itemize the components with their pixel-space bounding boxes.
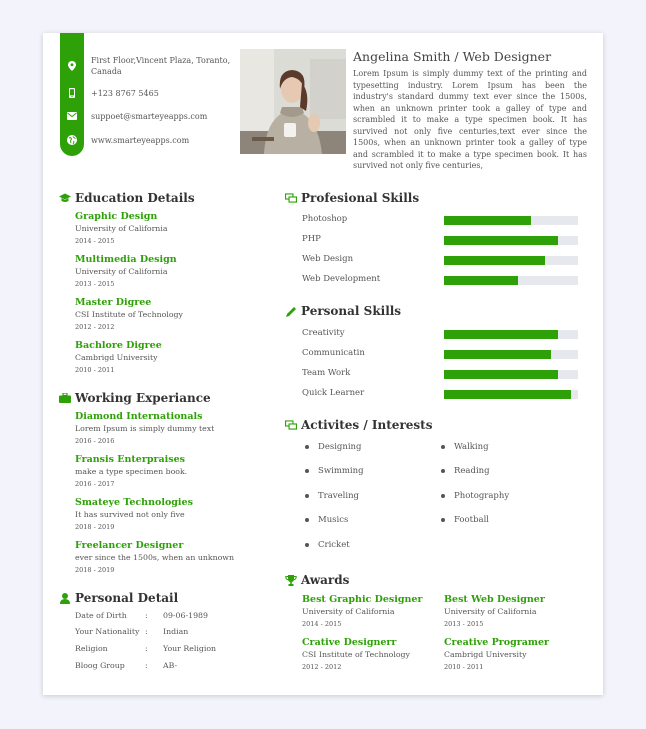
bullet-icon xyxy=(441,493,445,498)
bullet-icon xyxy=(441,517,445,522)
skill-row: Team Work xyxy=(302,368,578,380)
skill-bar xyxy=(444,350,578,359)
bullet-icon xyxy=(441,444,445,449)
activity-item: Traveling xyxy=(305,491,359,501)
award-item: Crative Designerr CSI Institute of Techn… xyxy=(302,637,410,671)
contact-email[interactable]: suppoet@smarteyeapps.com xyxy=(91,111,231,122)
skill-bar xyxy=(444,236,578,245)
award-item: Best Web Designer University of Californ… xyxy=(444,594,545,628)
profile-name: Angelina Smith / Web Designer xyxy=(353,49,552,64)
education-item: Master Digree CSI Institute of Technolog… xyxy=(75,297,183,331)
chat-bubbles-icon xyxy=(285,192,297,204)
education-item: Bachlore Digree Cambrigd University 2010… xyxy=(75,340,162,374)
activity-item: Football xyxy=(441,515,489,525)
activity-item: Musics xyxy=(305,515,348,525)
resume-page: First Floor,Vincent Plaza, Toranto, Cana… xyxy=(43,33,603,695)
skill-bar xyxy=(444,256,578,265)
activity-item: Swimming xyxy=(305,466,364,476)
skill-row: Web Development xyxy=(302,274,578,286)
award-item: Creative Programer Cambrigd University 2… xyxy=(444,637,550,671)
bullet-icon xyxy=(305,517,309,522)
experience-item: Smateye Technologies It has survived not… xyxy=(75,497,193,531)
skill-row: Quick Learner xyxy=(302,388,578,400)
skill-bar xyxy=(444,276,578,285)
education-heading: Education Details xyxy=(59,191,195,205)
skill-bar xyxy=(444,216,578,225)
bullet-icon xyxy=(305,542,309,547)
chat-bubbles-icon xyxy=(285,419,297,431)
location-pin-icon xyxy=(60,58,84,74)
bullet-icon xyxy=(305,468,309,473)
pencil-icon xyxy=(285,305,297,317)
trophy-icon xyxy=(285,574,297,586)
activity-item: Designing xyxy=(305,442,361,452)
phone-icon xyxy=(60,85,84,101)
envelope-icon xyxy=(60,108,84,124)
experience-heading: Working Experiance xyxy=(59,391,211,405)
skill-row: Web Design xyxy=(302,254,578,266)
personal-detail-row: Date of Dirth:09-06-1989 xyxy=(75,611,208,620)
activity-item: Walking xyxy=(441,442,489,452)
personal-detail-row: Religion: Your Religion xyxy=(75,644,217,653)
profile-bio: Lorem Ipsum is simply dummy text of the … xyxy=(353,69,587,170)
award-item: Best Graphic Designer University of Cali… xyxy=(302,594,423,628)
graduation-cap-icon xyxy=(59,192,71,204)
professional-skills-heading: Profesional Skills xyxy=(285,191,419,205)
experience-item: Diamond Internationals Lorem Ipsum is si… xyxy=(75,411,215,445)
personal-detail-row: Bloog Group: AB- xyxy=(75,661,178,670)
contact-address: First Floor,Vincent Plaza, Toranto, Cana… xyxy=(91,56,231,76)
activity-item: Cricket xyxy=(305,540,350,550)
personal-skills-heading: Personal Skills xyxy=(285,304,401,318)
contact-phone: +123 8767 5465 xyxy=(91,89,159,98)
personal-detail-heading: Personal Detail xyxy=(59,591,178,605)
activities-heading: Activites / Interests xyxy=(285,418,432,432)
briefcase-icon xyxy=(59,392,71,404)
skill-row: Creativity xyxy=(302,328,578,340)
user-icon xyxy=(59,592,71,604)
bullet-icon xyxy=(441,468,445,473)
globe-icon xyxy=(60,132,84,148)
contact-icon-bar xyxy=(60,33,84,156)
contact-website[interactable]: www.smarteyeapps.com xyxy=(91,135,231,146)
skill-row: Photoshop xyxy=(302,214,578,226)
education-item: Graphic Design University of California … xyxy=(75,211,168,245)
experience-item: Freelancer Designer ever since the 1500s… xyxy=(75,540,234,574)
profile-photo xyxy=(240,49,346,154)
experience-item: Fransis Enterpraises make a type specime… xyxy=(75,454,188,488)
skill-bar xyxy=(444,330,578,339)
bullet-icon xyxy=(305,444,309,449)
skill-bar xyxy=(444,390,578,399)
awards-heading: Awards xyxy=(285,573,349,587)
skill-row: PHP xyxy=(302,234,578,246)
activity-item: Reading xyxy=(441,466,490,476)
skill-bar xyxy=(444,370,578,379)
activity-item: Photography xyxy=(441,491,509,501)
education-item: Multimedia Design University of Californ… xyxy=(75,254,177,288)
bullet-icon xyxy=(305,493,309,498)
personal-detail-row: Your Nationality: Indian xyxy=(75,627,189,636)
skill-row: Communicatin xyxy=(302,348,578,360)
